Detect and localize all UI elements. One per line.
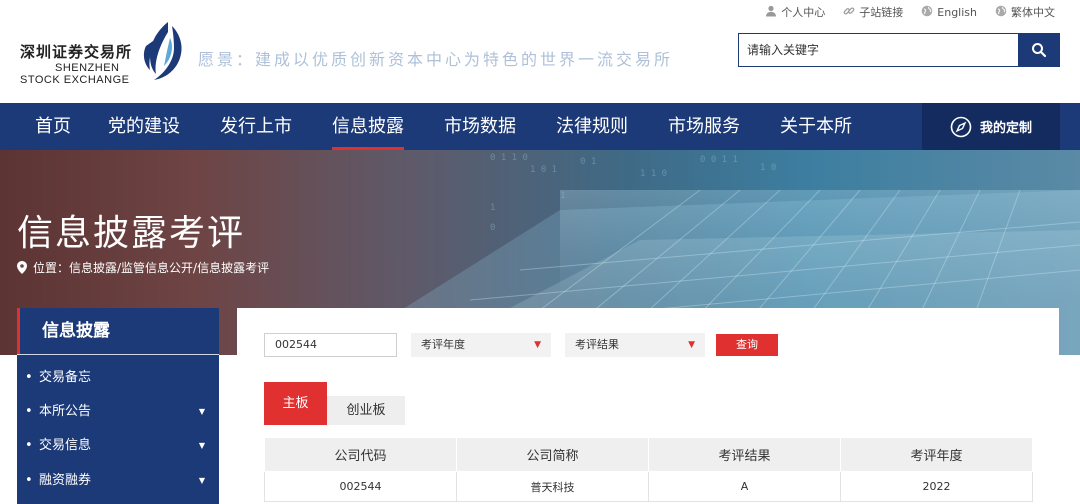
nav-item-listing[interactable]: 发行上市: [220, 103, 292, 150]
query-button[interactable]: 查询: [716, 334, 778, 356]
sail-logo-icon: [143, 22, 182, 80]
sidebar-item-label: 交易备忘: [39, 370, 92, 385]
sidebar-item-trading-memo[interactable]: • 交易备忘: [17, 361, 219, 395]
location-pin-icon: [17, 261, 27, 274]
english-link[interactable]: English: [921, 4, 977, 20]
logo-english-line1: SHENZHEN: [55, 62, 120, 74]
bullet-icon: •: [25, 404, 33, 419]
traditional-chinese-link[interactable]: 繁体中文: [995, 4, 1055, 20]
vision-slogan: 愿景：建成以优质创新资本中心为特色的世界一流交易所: [198, 50, 674, 69]
column-header: 考评年度: [840, 437, 1033, 472]
bullet-icon: •: [25, 370, 33, 385]
sidebar-divider: [17, 354, 219, 355]
cell-company-name[interactable]: 普天科技: [456, 471, 649, 502]
sidebar-item-margin-trading[interactable]: • 融资融券 ▼: [17, 464, 219, 498]
sidebar: 信息披露 • 交易备忘 • 本所公告 ▼ • 交易信息 ▼ • 融资融券 ▼: [17, 308, 219, 504]
dropdown-arrow-icon: ▼: [688, 340, 695, 350]
table-header-row: 公司代码 公司简称 考评结果 考评年度: [264, 437, 1033, 472]
traditional-chinese-label: 繁体中文: [1011, 6, 1055, 19]
nav-item-rules[interactable]: 法律规则: [556, 103, 628, 150]
sidebar-item-label: 交易信息: [39, 438, 92, 453]
compass-icon: [950, 116, 972, 137]
breadcrumb: 位置：信息披露/监管信息公开/信息披露考评: [17, 259, 269, 276]
year-select[interactable]: 考评年度 ▼: [411, 333, 551, 357]
search-input[interactable]: [738, 33, 1018, 67]
link-icon: [843, 5, 855, 20]
cell-company-code: 002544: [264, 471, 457, 502]
globe-icon: [921, 5, 933, 20]
page: 个人中心 子站链接 English 繁体中文 深圳证券交易所 SHENZHEN …: [0, 0, 1080, 504]
cell-result: A: [648, 471, 841, 502]
svg-text:0 0 1 1: 0 0 1 1: [700, 155, 738, 165]
svg-text:0 1 1 0: 0 1 1 0: [490, 153, 528, 163]
nav-item-market-data[interactable]: 市场数据: [444, 103, 516, 150]
bullet-icon: •: [25, 438, 33, 453]
svg-text:1 0: 1 0: [760, 163, 776, 173]
column-header: 公司简称: [456, 437, 649, 472]
szse-logo[interactable]: 深圳证券交易所 SHENZHEN STOCK EXCHANGE: [20, 20, 185, 86]
svg-text:0 1: 0 1: [580, 157, 596, 167]
page-title: 信息披露考评: [17, 213, 246, 254]
utility-bar: 个人中心 子站链接 English 繁体中文: [765, 4, 1055, 20]
evaluation-table: 公司代码 公司简称 考评结果 考评年度 002544 普天科技 A 2022: [264, 437, 1033, 502]
chevron-down-icon: ▼: [198, 441, 205, 450]
breadcrumb-text[interactable]: 位置：信息披露/监管信息公开/信息披露考评: [33, 259, 269, 276]
chevron-down-icon: ▼: [198, 476, 205, 485]
company-code-input[interactable]: 002544: [264, 333, 397, 357]
search-icon: [1032, 43, 1047, 58]
user-icon: [765, 5, 777, 20]
result-select-label: 考评结果: [575, 338, 619, 351]
search-box: [738, 33, 1060, 67]
sidebar-item-trading-info[interactable]: • 交易信息 ▼: [17, 429, 219, 463]
sidebar-title: 信息披露: [17, 308, 219, 354]
sublinks-link[interactable]: 子站链接: [843, 4, 903, 20]
table-row: 002544 普天科技 A 2022: [264, 471, 1033, 502]
nav-item-party-building[interactable]: 党的建设: [108, 103, 180, 150]
nav-item-about[interactable]: 关于本所: [780, 103, 852, 150]
chevron-down-icon: ▼: [198, 407, 205, 416]
my-custom-label: 我的定制: [979, 121, 1032, 136]
result-select[interactable]: 考评结果 ▼: [565, 333, 705, 357]
column-header: 公司代码: [264, 437, 457, 472]
search-button[interactable]: [1018, 33, 1060, 67]
cell-year: 2022: [840, 471, 1033, 502]
nav-item-home[interactable]: 首页: [35, 103, 71, 150]
dropdown-arrow-icon: ▼: [534, 340, 541, 350]
globe-icon: [995, 5, 1007, 20]
logo-english-line2: STOCK EXCHANGE: [20, 74, 130, 86]
svg-text:1: 1: [490, 203, 495, 213]
personal-center-label: 个人中心: [781, 6, 826, 19]
bullet-icon: •: [25, 473, 33, 488]
svg-text:0: 0: [490, 223, 495, 233]
sidebar-item-label: 本所公告: [39, 404, 92, 419]
nav-item-market-services[interactable]: 市场服务: [668, 103, 740, 150]
nav-item-disclosure[interactable]: 信息披露: [332, 103, 404, 150]
main-nav: 首页 党的建设 发行上市 信息披露 市场数据 法律规则 市场服务 关于本所 我的…: [0, 103, 1080, 150]
content-panel: 002544 考评年度 ▼ 考评结果 ▼ 查询 主板 创业板 公司代码 公司简称…: [237, 308, 1059, 504]
tab-main-board[interactable]: 主板: [264, 382, 327, 425]
sidebar-item-label: 融资融券: [39, 473, 92, 488]
tab-chinext[interactable]: 创业板: [327, 396, 405, 425]
logo-chinese-name: 深圳证券交易所: [20, 43, 133, 61]
personal-center-link[interactable]: 个人中心: [765, 4, 825, 20]
english-label: English: [937, 5, 977, 19]
svg-text:1 0 1: 1 0 1: [530, 165, 557, 175]
sidebar-item-announcements[interactable]: • 本所公告 ▼: [17, 395, 219, 429]
svg-text:1 1 0: 1 1 0: [640, 169, 667, 179]
my-custom-button[interactable]: 我的定制: [922, 103, 1060, 150]
column-header: 考评结果: [648, 437, 841, 472]
sublinks-label: 子站链接: [859, 6, 904, 19]
svg-text:1: 1: [560, 191, 565, 201]
year-select-label: 考评年度: [421, 338, 465, 351]
